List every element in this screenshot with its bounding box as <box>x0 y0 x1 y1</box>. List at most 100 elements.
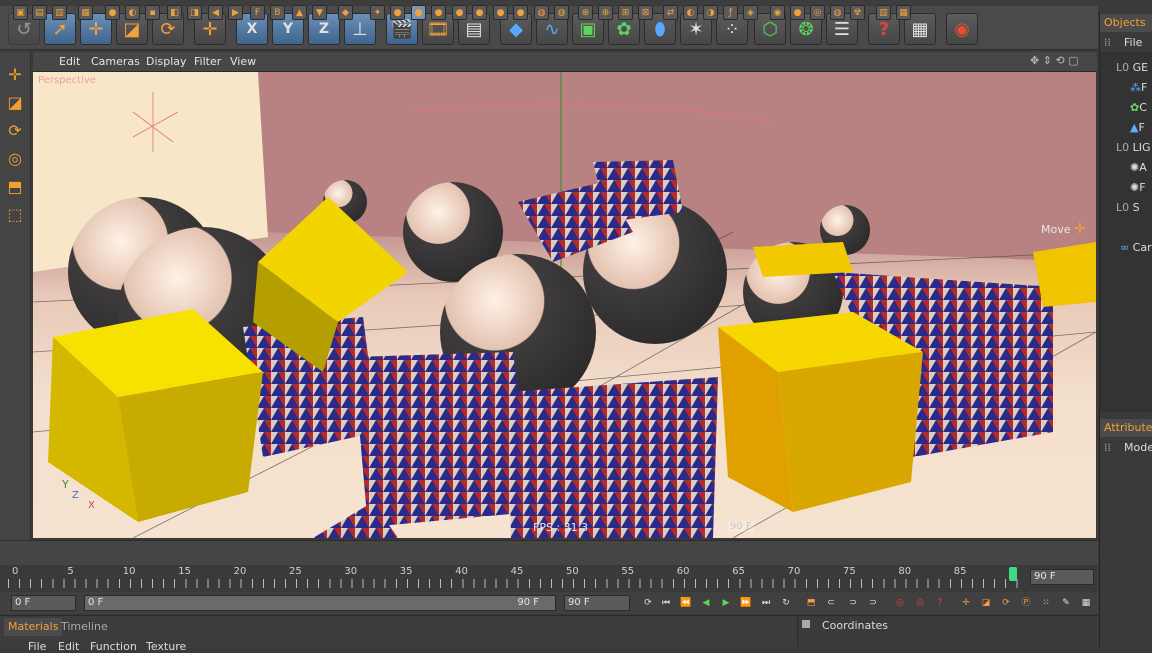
key-curve-icon[interactable]: ⊃ <box>865 595 881 611</box>
frame-range-slider[interactable]: 0 F 90 F <box>84 595 556 611</box>
keyframe-tool-5-icon[interactable]: ◨ <box>187 5 202 20</box>
tree-item-geo[interactable]: L0 GE <box>1116 61 1148 74</box>
render-1-icon[interactable]: ◉ <box>770 5 785 20</box>
record-scale-icon[interactable]: ? <box>932 595 948 611</box>
loop-mode-icon[interactable]: ↻ <box>778 595 794 611</box>
up-icon[interactable]: ▲ <box>292 5 307 20</box>
motion-3-icon[interactable]: ◑ <box>703 5 718 20</box>
timeline-tool-3-icon[interactable]: ▥ <box>52 5 67 20</box>
record-rot-icon[interactable]: ◎ <box>912 595 928 611</box>
viewport-menu-display[interactable]: Display <box>146 55 187 68</box>
scale-key-icon[interactable]: ◪ <box>978 595 994 611</box>
render-2-icon[interactable]: ● <box>790 5 805 20</box>
record-10-icon[interactable]: ◍ <box>554 5 569 20</box>
timeline-playhead[interactable] <box>1009 567 1018 581</box>
web-icon[interactable]: ◉ <box>946 13 978 45</box>
param-key-icon[interactable]: Ⓟ <box>1018 595 1034 611</box>
timeline-tool-1-icon[interactable]: ▣ <box>13 5 28 20</box>
script-key-icon[interactable]: ✎ <box>1058 595 1074 611</box>
next-key-icon[interactable]: ▶ <box>228 5 243 20</box>
viewport-menu-view[interactable]: View <box>230 55 256 68</box>
record-6-icon[interactable]: ● <box>472 5 487 20</box>
record-3-icon[interactable]: ● <box>411 5 426 20</box>
tab-materials[interactable]: Materials <box>4 618 63 636</box>
timeline-tool-4-icon[interactable]: ▦ <box>78 5 93 20</box>
next-frame-icon[interactable]: ⏩ <box>738 595 754 611</box>
move-key-icon[interactable]: ✛ <box>958 595 974 611</box>
play-backward-icon[interactable]: ◀ <box>698 595 714 611</box>
record-8-icon[interactable]: ● <box>513 5 528 20</box>
grid-1-icon[interactable]: ⊕ <box>578 5 593 20</box>
motion-5-icon[interactable]: ◈ <box>743 5 758 20</box>
render-3-icon[interactable]: ◎ <box>810 5 825 20</box>
model-mode-icon[interactable]: ⬒ <box>3 174 27 198</box>
play-forward-icon[interactable]: ▶ <box>718 595 734 611</box>
motion-1-icon[interactable]: ⇄ <box>663 5 678 20</box>
object-key-icon[interactable]: ◆ <box>338 5 353 20</box>
tab-timeline[interactable]: Timeline <box>57 618 112 636</box>
grid-4-icon[interactable]: ⊠ <box>638 5 653 20</box>
record-1-icon[interactable]: ✦ <box>370 5 385 20</box>
rotate-tool-icon[interactable]: ⟳ <box>3 118 27 142</box>
perspective-viewport[interactable] <box>33 72 1096 538</box>
pla-key-icon[interactable]: ⁙ <box>1038 595 1054 611</box>
tree-item-lights[interactable]: L0 LIG <box>1116 141 1151 154</box>
record-5-icon[interactable]: ● <box>452 5 467 20</box>
keyframe-tool-2-icon[interactable]: ◐ <box>125 5 140 20</box>
prev-key-play-icon[interactable]: ⏪ <box>678 595 694 611</box>
record-7-icon[interactable]: ● <box>493 5 508 20</box>
layout-1-icon[interactable]: ▥ <box>876 5 891 20</box>
texture-mode-icon[interactable]: ⬚ <box>3 202 27 226</box>
keyframe-record-icon[interactable]: ⬒ <box>803 595 819 611</box>
b-icon[interactable]: B <box>270 5 285 20</box>
key-selection-icon[interactable]: ⊃ <box>845 595 861 611</box>
attributes-mode-menu[interactable]: Mode <box>1124 441 1152 454</box>
range-end-field[interactable]: 90 F <box>564 595 630 611</box>
function-icon[interactable]: ƒ <box>723 5 738 20</box>
autokey-icon[interactable]: ⊂ <box>823 595 839 611</box>
go-to-start-icon[interactable]: ⏮ <box>658 595 674 611</box>
move-tool-icon[interactable]: ✛ <box>3 62 27 86</box>
viewport-menu-cameras[interactable]: Cameras <box>91 55 140 68</box>
tree-item-7[interactable]: L0 S <box>1116 201 1140 214</box>
tree-item-camera[interactable]: ∞ Car <box>1120 241 1152 254</box>
tree-item-5[interactable]: ✺A <box>1130 161 1147 174</box>
current-frame-field[interactable]: 0 F <box>11 595 76 611</box>
record-pos-icon[interactable]: ◎ <box>892 595 908 611</box>
keyframe-tool-4-icon[interactable]: ◧ <box>167 5 182 20</box>
viewport-menu-filter[interactable]: Filter <box>194 55 221 68</box>
motion-2-icon[interactable]: ◐ <box>683 5 698 20</box>
record-9-icon[interactable]: ◍ <box>534 5 549 20</box>
tab-attributes[interactable]: Attributes <box>1100 419 1152 437</box>
record-2-icon[interactable]: ● <box>390 5 405 20</box>
go-to-end-icon[interactable]: ⏭ <box>758 595 774 611</box>
keyframe-tool-1-icon[interactable]: ● <box>105 5 120 20</box>
render-4-icon[interactable]: ◍ <box>830 5 845 20</box>
layout-2-icon[interactable]: ▦ <box>896 5 911 20</box>
tree-item-3-label: F <box>1138 121 1145 134</box>
loop-icon[interactable]: ⟳ <box>640 595 656 611</box>
grid-2-icon[interactable]: ⊕ <box>598 5 613 20</box>
layout-key-icon[interactable]: ▦ <box>1078 595 1094 611</box>
tree-item-3[interactable]: ▲F <box>1130 121 1145 134</box>
timeline-tool-2-icon[interactable]: ▤ <box>32 5 47 20</box>
record-4-icon[interactable]: ● <box>431 5 446 20</box>
rotate-key-icon[interactable]: ⟳ <box>998 595 1014 611</box>
tree-item-6[interactable]: ✺F <box>1130 181 1146 194</box>
live-select-icon[interactable]: ◎ <box>3 146 27 170</box>
down-icon[interactable]: ▼ <box>312 5 327 20</box>
prev-key-icon[interactable]: ◀ <box>208 5 223 20</box>
grid-3-icon[interactable]: ⊞ <box>618 5 633 20</box>
end-frame-field[interactable]: 90 F <box>1030 569 1094 585</box>
keyframe-tool-3-icon[interactable]: ▪ <box>145 5 160 20</box>
viewport-nav-icons[interactable]: ✥ ⇕ ⟲ ▢ <box>1030 54 1079 67</box>
tree-item-1[interactable]: ⁂F <box>1130 81 1147 94</box>
objects-file-menu[interactable]: File <box>1124 36 1142 49</box>
scale-tool-icon[interactable]: ◪ <box>3 90 27 114</box>
timeline-ruler[interactable]: 0 5 10 15 20 25 30 35 40 45 50 55 60 65 70 75 80 85 <box>0 565 1098 592</box>
viewport-menu-edit[interactable]: Edit <box>59 55 80 68</box>
tab-objects[interactable]: Objects <box>1100 14 1152 32</box>
tree-item-2[interactable]: ✿C <box>1130 101 1147 114</box>
f-curve-icon[interactable]: F <box>250 5 265 20</box>
render-5-icon[interactable]: ☢ <box>850 5 865 20</box>
